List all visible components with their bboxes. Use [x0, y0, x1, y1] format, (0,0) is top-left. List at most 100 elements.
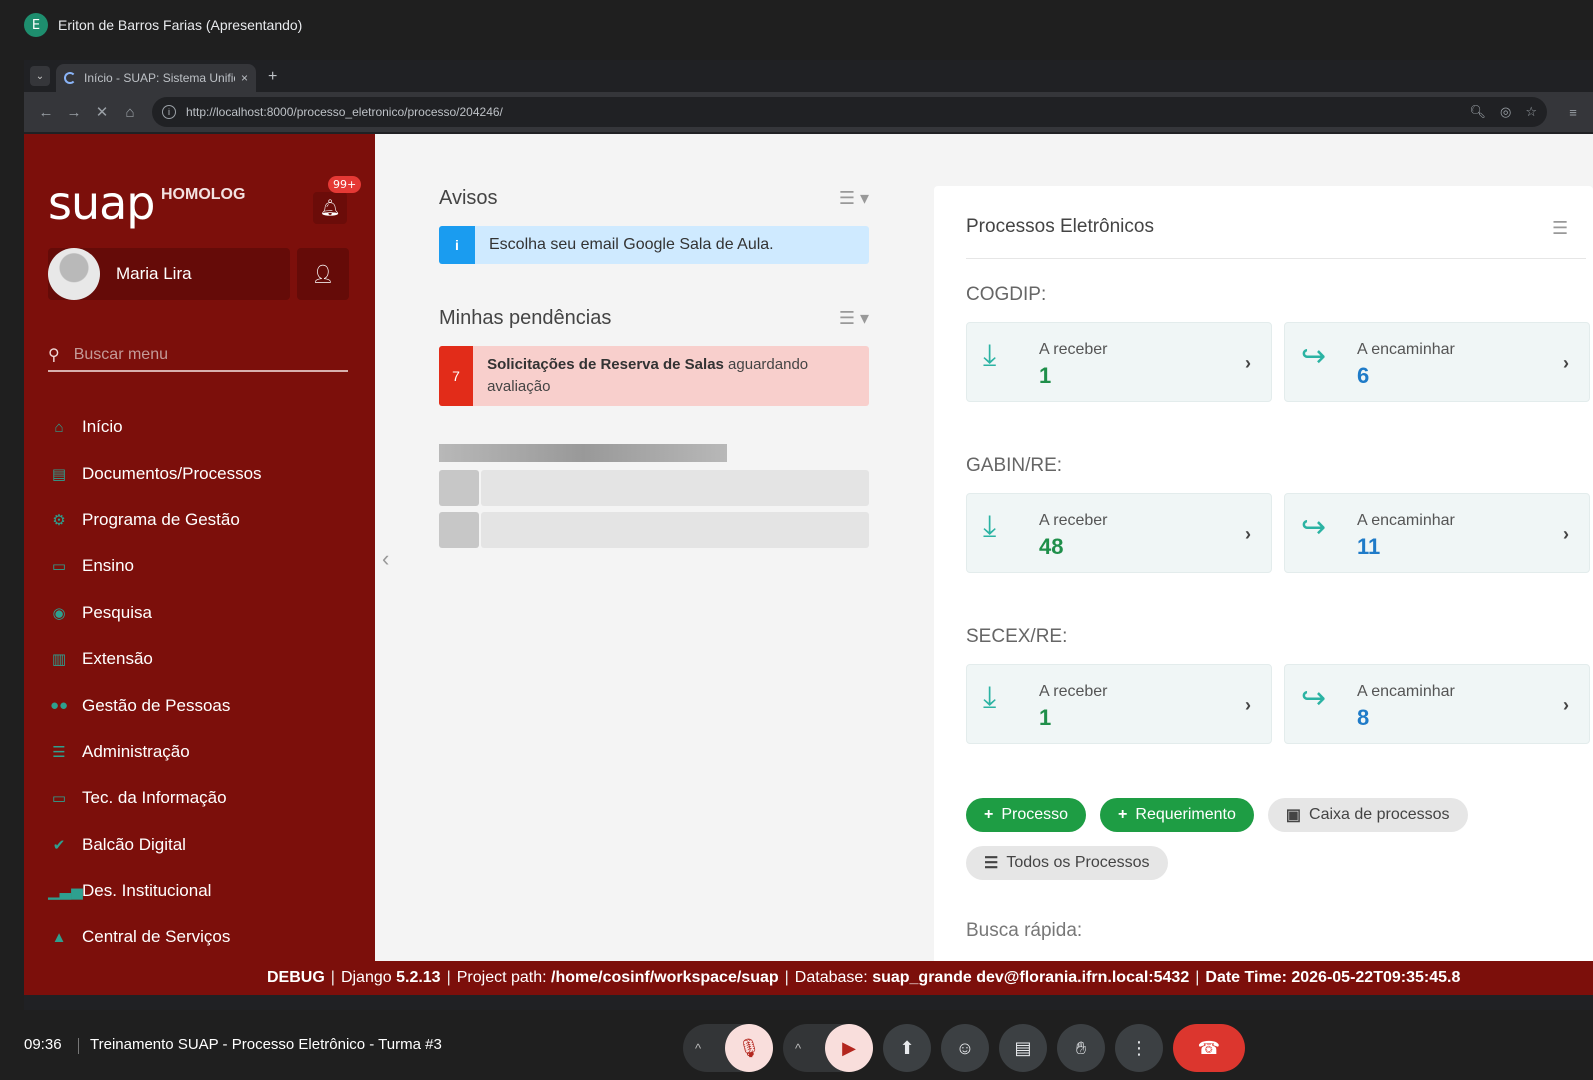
stop-icon[interactable]: ✕ [88, 103, 116, 121]
a-receber-box[interactable]: ⤓ A receber 1 › [966, 664, 1272, 744]
panel-menu-icon[interactable]: ☰ ▾ [839, 188, 869, 209]
chevron-right-icon: › [1245, 353, 1251, 373]
more-options-button[interactable]: ⋮ [1115, 1024, 1163, 1072]
building-icon: ▥ [51, 651, 67, 669]
zoom-icon[interactable]: 🔍︎ [1469, 104, 1486, 120]
sidebar-item-label: Administração [82, 741, 190, 761]
chevron-right-icon: › [1563, 695, 1569, 715]
sidebar-item-inicio[interactable]: ⌂ Início [48, 404, 358, 450]
pendencia-item[interactable]: 7 Solicitações de Reserva de Salas aguar… [439, 346, 869, 406]
download-icon: ⤓ [983, 510, 997, 543]
notifications-button[interactable]: 🔔︎ [313, 192, 347, 224]
box-label: A encaminhar [1357, 512, 1455, 529]
sidebar-item-gestao-pessoas[interactable]: ●● Gestão de Pessoas [48, 682, 358, 728]
sidebar-menu: ⌂ Início ▤ Documentos/Processos ⚙ Programa … [48, 404, 358, 961]
share-arrow-icon: ↪ [1301, 682, 1327, 715]
a-encaminhar-box[interactable]: ↪ A encaminhar 8 › [1284, 664, 1590, 744]
sidebar-item-ensino[interactable]: ▭ Ensino [48, 543, 358, 589]
aviso-item[interactable]: i Escolha seu email Google Sala de Aula. [439, 226, 869, 264]
home-icon[interactable]: ⌂ [116, 104, 144, 121]
sidebar-item-label: Central de Serviços [82, 927, 231, 947]
sidebar-item-balcao-digital[interactable]: ✔ Balcão Digital [48, 822, 358, 868]
button-label: Processo [1001, 806, 1069, 823]
bookmark-star-icon[interactable]: ☆ [1525, 104, 1537, 120]
a-receber-box[interactable]: ⤓ A receber 1 › [966, 322, 1272, 402]
sidebar-item-pesquisa[interactable]: ◉ Pesquisa [48, 590, 358, 636]
address-bar[interactable]: i http://localhost:8000/processo_eletron… [152, 97, 1547, 127]
sidebar-item-administracao[interactable]: ☰ Administração [48, 729, 358, 775]
captions-icon: ▤ [1014, 1037, 1032, 1058]
teaching-icon: ▭ [51, 558, 67, 576]
sidebar-item-programa-gestao[interactable]: ⚙ Programa de Gestão [48, 497, 358, 543]
add-processo-button[interactable]: + Processo [966, 798, 1087, 832]
chevron-up-icon[interactable]: ^ [795, 1041, 801, 1056]
mic-off-icon[interactable]: 🎙︎ [725, 1024, 773, 1072]
url-text: http://localhost:8000/processo_eletronic… [186, 105, 503, 119]
sidebar-item-des-institucional[interactable]: ▁▃▅ Des. Institucional [48, 868, 358, 914]
menu-search: ⚲ [48, 340, 348, 372]
box-value: 48 [1039, 534, 1064, 559]
notification-badge: 99+ [328, 176, 362, 193]
box-value: 8 [1357, 705, 1370, 730]
project-path: /home/cosinf/workspace/suap [551, 969, 779, 986]
a-receber-box[interactable]: ⤓ A receber 48 › [966, 493, 1272, 573]
reactions-button[interactable]: ☺ [941, 1024, 989, 1072]
sidebar-item-extensao[interactable]: ▥ Extensão [48, 636, 358, 682]
todos-processos-button[interactable]: ☰ Todos os Processos [966, 846, 1168, 880]
box-label: A receber [1039, 683, 1108, 700]
back-icon[interactable]: ← [32, 104, 60, 121]
group-label: COGDIP: [966, 284, 1047, 305]
caixa-processos-button[interactable]: ▣ Caixa de processos [1267, 798, 1468, 832]
end-call-button[interactable]: ☎ [1173, 1024, 1245, 1072]
new-tab-button[interactable]: + [268, 68, 277, 86]
forward-icon[interactable]: → [60, 104, 88, 121]
divider [966, 258, 1586, 259]
browser-tab-active[interactable]: Início - SUAP: Sistema Unificado × [56, 64, 256, 92]
tab-strip: ⌄ Início - SUAP: Sistema Unificado × + [24, 60, 1593, 92]
sidebar: suap HOMOLOG 🔔︎ 99+ Maria Lira 👤︎ ⚲ ⌂ Iní… [24, 134, 375, 961]
sidebar-item-documentos[interactable]: ▤ Documentos/Processos [48, 450, 358, 496]
globe-icon: ◉ [52, 604, 66, 622]
sidebar-item-central-servicos[interactable]: ▲ Central de Serviços [48, 914, 358, 960]
pendencia-text: Solicitações de Reserva de Salas aguarda… [473, 346, 869, 406]
pendencias-title: Minhas pendências [439, 306, 612, 329]
button-label: Caixa de processos [1309, 806, 1450, 823]
microphone-control[interactable]: ^ 🎙︎ [683, 1024, 773, 1072]
management-icon: ⚙ [52, 511, 66, 529]
captions-button[interactable]: ▤ [999, 1024, 1047, 1072]
presenter-avatar: E [24, 13, 48, 37]
reading-list-icon[interactable]: ≡ [1561, 105, 1585, 120]
eye-off-icon[interactable]: ◎ [1500, 104, 1511, 120]
panel-menu-icon[interactable]: ☰ [1552, 218, 1568, 239]
inbox-icon: ▣ [1285, 807, 1302, 824]
site-info-icon[interactable]: i [162, 105, 176, 119]
panel-menu-icon[interactable]: ☰ ▾ [839, 308, 869, 329]
a-encaminhar-box[interactable]: ↪ A encaminhar 6 › [1284, 322, 1590, 402]
list-icon: ☰ [984, 855, 999, 872]
collapse-sidebar-icon[interactable]: ‹ [382, 546, 389, 572]
raise-hand-button[interactable]: ✋︎ [1057, 1024, 1105, 1072]
chevron-right-icon: › [1245, 524, 1251, 544]
sidebar-item-label: Programa de Gestão [82, 509, 240, 529]
meeting-title: Treinamento SUAP - Processo Eletrônico -… [78, 1036, 442, 1054]
button-label: Requerimento [1135, 806, 1236, 823]
sidebar-item-tec-informacao[interactable]: ▭ Tec. da Informação [48, 775, 358, 821]
search-menu-input[interactable] [73, 346, 324, 364]
camera-off-icon[interactable]: ▶ [825, 1024, 873, 1072]
add-requerimento-button[interactable]: + Requerimento [1100, 798, 1254, 832]
a-encaminhar-box[interactable]: ↪ A encaminhar 11 › [1284, 493, 1590, 573]
browser-window: ⌄ Início - SUAP: Sistema Unificado × + ←… [24, 60, 1593, 1010]
chevron-up-icon[interactable]: ^ [695, 1041, 701, 1056]
user-profile[interactable]: Maria Lira [48, 248, 290, 300]
suap-logo[interactable]: suap [48, 176, 156, 230]
camera-control[interactable]: ^ ▶ [783, 1024, 873, 1072]
bell-icon: 🔔︎ [319, 200, 341, 217]
debug-label: DEBUG [267, 969, 325, 986]
user-menu-button[interactable]: 👤︎ [297, 248, 349, 300]
close-tab-icon[interactable]: × [241, 71, 248, 85]
present-screen-button[interactable]: ⬆ [883, 1024, 931, 1072]
download-icon: ⤓ [983, 681, 997, 714]
check-icon: ✔ [52, 836, 66, 854]
tab-search-icon[interactable]: ⌄ [30, 66, 50, 86]
hand-icon: ✋︎ [1075, 1037, 1087, 1058]
